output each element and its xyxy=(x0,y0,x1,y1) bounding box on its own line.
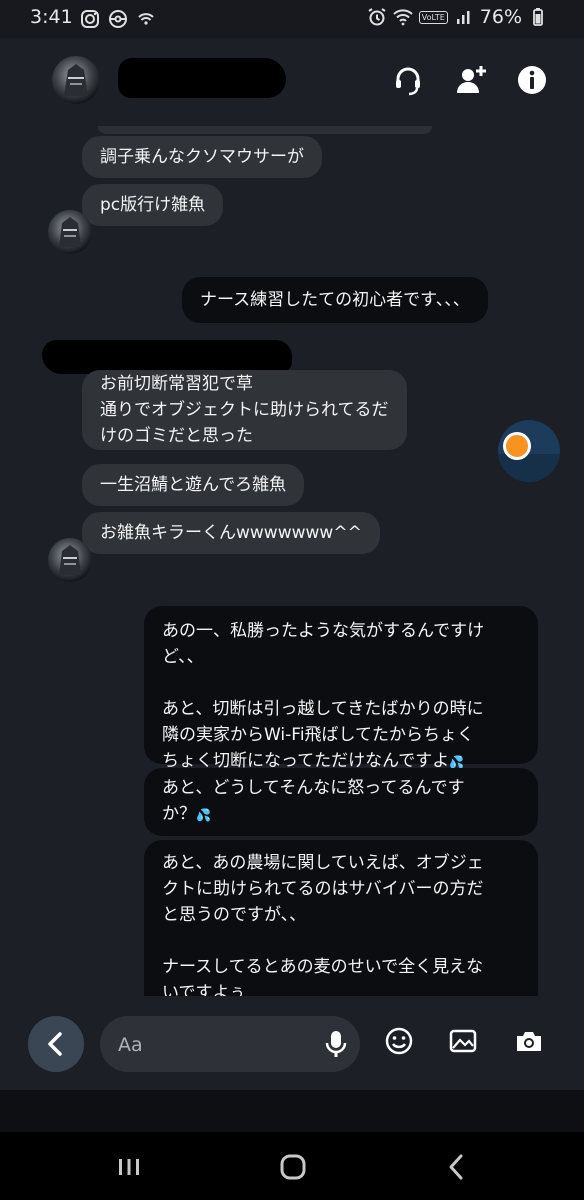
status-bar: 3:41 VoLTE 76% xyxy=(0,0,584,38)
message-bubble-outgoing[interactable]: ナース練習したての初心者です、、、 xyxy=(182,277,488,323)
instagram-icon xyxy=(81,10,99,28)
message-bubble-incoming[interactable]: お前切断常習犯で草 通りでオブジェクトに助けられてるだ けのゴミだと思った xyxy=(82,370,407,450)
bottom-spacer xyxy=(0,1090,584,1132)
signal-icon xyxy=(456,11,470,24)
message-input-container xyxy=(100,1016,360,1072)
message-text: あの一、私勝ったような気がするんですけ ど、、 あと、切断は引っ越してきたばかり… xyxy=(162,621,485,771)
wifi-icon xyxy=(393,9,413,26)
message-bubble-outgoing[interactable]: あの一、私勝ったような気がするんですけ ど、、 あと、切断は引っ越してきたばかり… xyxy=(144,606,538,771)
collapse-back-button[interactable] xyxy=(28,1016,84,1072)
message-bubble-outgoing[interactable]: あと、あの農場に関していえば、オブジェ クトに助けられてるのはサバイバーの方だ … xyxy=(144,840,538,996)
redacted-sender-name xyxy=(42,340,292,374)
battery-percent: 76% xyxy=(479,6,522,28)
system-nav-bar xyxy=(0,1132,584,1200)
message-input[interactable] xyxy=(116,1030,320,1060)
sender-avatar[interactable] xyxy=(48,538,92,582)
alarm-icon xyxy=(368,8,386,26)
headset-icon[interactable] xyxy=(390,62,426,98)
wifi-calling-icon xyxy=(138,13,154,25)
message-bubble-outgoing[interactable]: あと、どうしてそんなに怒ってるんです か？💦 xyxy=(144,768,538,836)
camera-icon[interactable] xyxy=(514,1026,544,1056)
status-time: 3:41 xyxy=(30,6,73,28)
floating-chat-head[interactable] xyxy=(498,420,560,482)
message-bubble-incoming[interactable]: 調子乗んなクソマウサーが xyxy=(82,136,322,178)
redacted-contact-name xyxy=(118,58,286,98)
gallery-icon[interactable] xyxy=(448,1026,478,1056)
battery-icon xyxy=(533,8,543,26)
add-person-icon[interactable] xyxy=(452,62,488,98)
emoji-icon[interactable] xyxy=(384,1026,414,1056)
home-icon[interactable] xyxy=(278,1152,308,1182)
message-composer xyxy=(0,996,584,1090)
contact-avatar[interactable] xyxy=(52,56,100,104)
sender-avatar[interactable] xyxy=(48,210,92,254)
message-bubble-incoming[interactable]: pc版行け雑魚 xyxy=(82,184,224,226)
info-icon[interactable] xyxy=(514,62,550,98)
recent-apps-icon[interactable] xyxy=(114,1152,144,1182)
message-list[interactable]: 調子乗んなクソマウサーが pc版行け雑魚 ナース練習したての初心者です、、、 お… xyxy=(0,126,584,996)
microphone-icon[interactable] xyxy=(324,1030,348,1058)
back-icon[interactable] xyxy=(442,1152,472,1182)
notification-dot xyxy=(503,432,531,460)
sweat-emoji: 💦 xyxy=(196,808,211,822)
message-bubble-incoming[interactable]: 一生沼鯖と遊んでろ雑魚 xyxy=(82,464,305,506)
sweat-emoji: 💦 xyxy=(449,755,465,769)
message-bubble-incoming[interactable]: お雑魚キラーくんwwwwwww^^ xyxy=(82,512,380,554)
volte-badge: VoLTE xyxy=(418,10,448,24)
pokeball-icon xyxy=(109,10,127,28)
clipped-message-edge xyxy=(98,126,432,134)
chat-header xyxy=(0,38,584,126)
